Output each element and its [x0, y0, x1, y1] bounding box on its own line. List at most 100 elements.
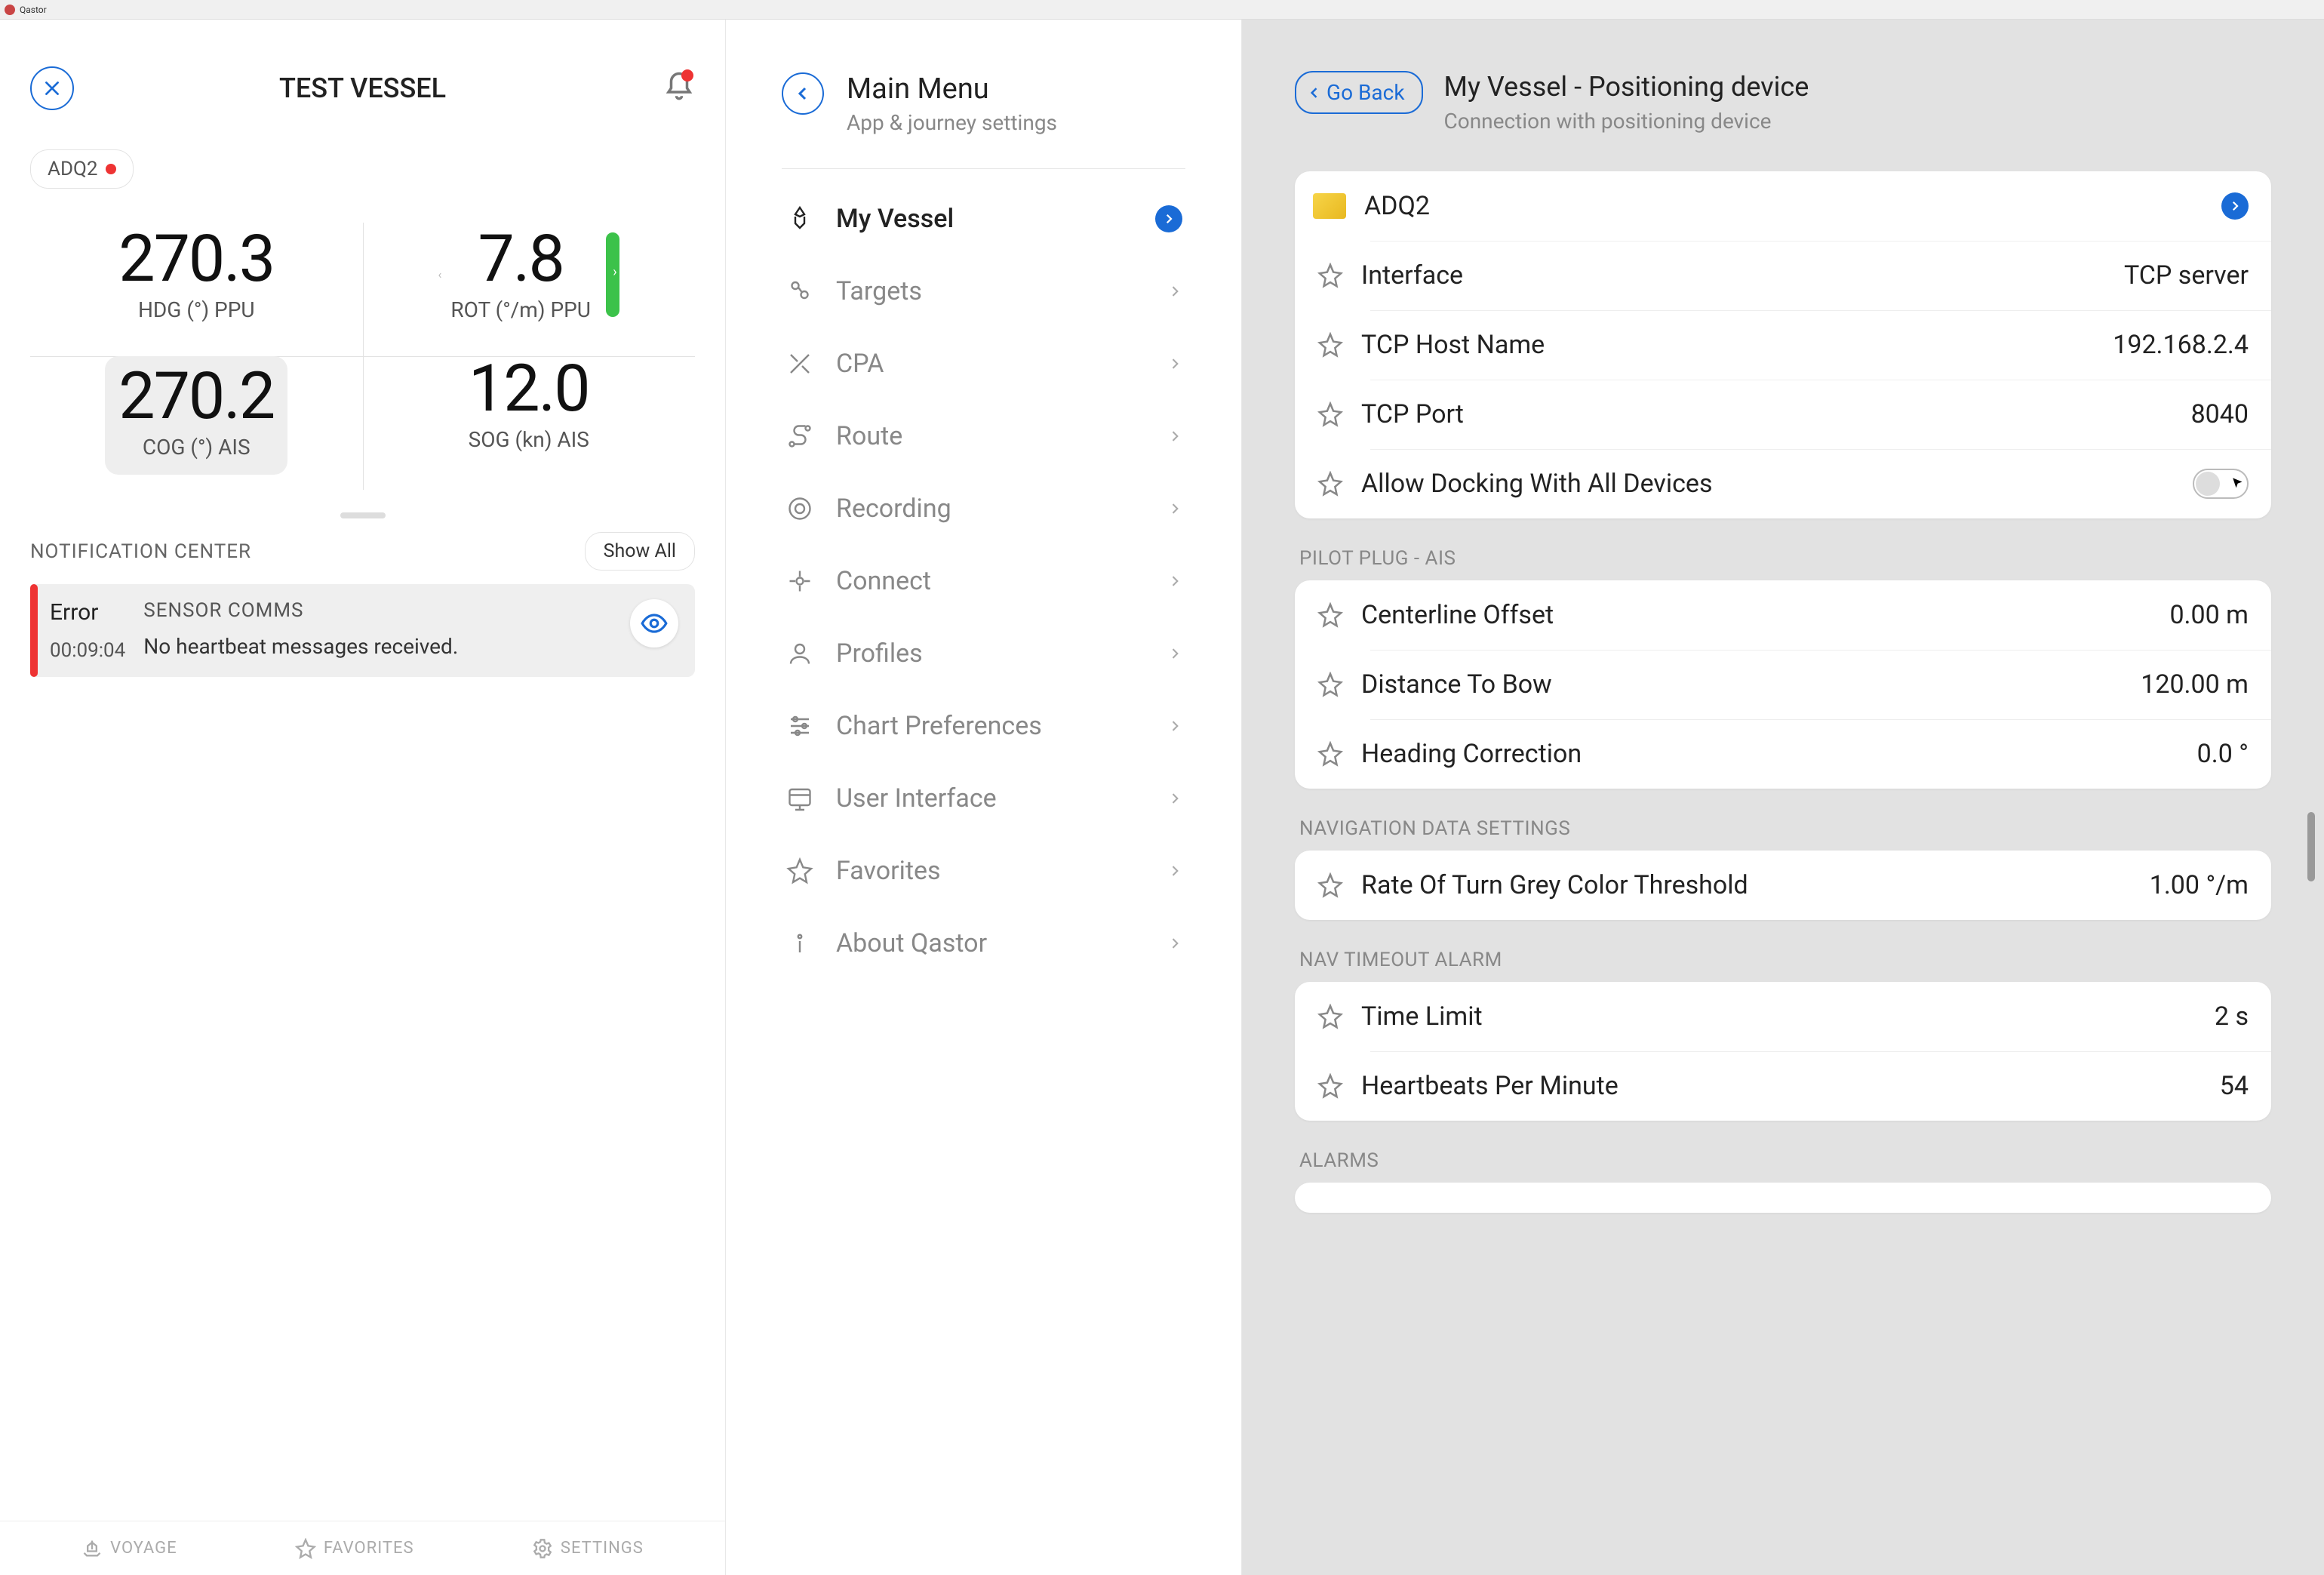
setting-row-time-limit[interactable]: Time Limit 2 s: [1295, 982, 2271, 1051]
menu-item-label: Route: [836, 421, 1146, 451]
star-icon: [786, 857, 813, 884]
vessel-header: TEST VESSEL: [30, 72, 695, 104]
device-status-pill[interactable]: ADQ2: [30, 149, 134, 189]
notification-subject: SENSOR COMMS: [143, 599, 612, 622]
readouts-grid: 270.3 HDG (°) PPU ‹ 7.8 ROT (°/m) PPU ›: [30, 215, 695, 497]
settings-group-nav-timeout: Time Limit 2 s Heartbeats Per Minute 54: [1295, 982, 2271, 1121]
readout-label: ROT (°/m) PPU: [450, 297, 591, 322]
setting-row-heartbeats[interactable]: Heartbeats Per Minute 54: [1295, 1051, 2271, 1121]
menu-item-targets[interactable]: Targets: [782, 255, 1185, 328]
back-button[interactable]: [782, 72, 824, 115]
app-title: Qastor: [20, 5, 47, 15]
setting-label: TCP Host Name: [1361, 330, 2095, 360]
section-label-nav-timeout: NAV TIMEOUT ALARM: [1295, 926, 2271, 982]
sliders-icon: [786, 712, 813, 740]
notification-dot-icon: [681, 69, 693, 82]
drag-handle[interactable]: [340, 512, 386, 518]
menu-item-favorites[interactable]: Favorites: [782, 835, 1185, 907]
info-icon: [786, 930, 813, 957]
setting-row-dist-bow[interactable]: Distance To Bow 120.00 m: [1295, 650, 2271, 719]
star-icon: [1317, 602, 1343, 628]
setting-value: TCP server: [2124, 260, 2249, 291]
notifications-button[interactable]: [663, 71, 695, 106]
menu-item-label: Chart Preferences: [836, 711, 1146, 741]
main-menu-list: My Vessel Targets CPA Route Recordin: [782, 183, 1185, 980]
gear-icon: [532, 1538, 553, 1559]
settings-title: My Vessel - Positioning device: [1444, 71, 1809, 103]
setting-row-rot-grey[interactable]: Rate Of Turn Grey Color Threshold 1.00 °…: [1295, 851, 2271, 920]
star-icon: [1317, 263, 1343, 288]
setting-row-hdg-correction[interactable]: Heading Correction 0.0 °: [1295, 719, 2271, 789]
tab-label: FAVORITES: [324, 1539, 414, 1558]
menu-item-chart-preferences[interactable]: Chart Preferences: [782, 690, 1185, 762]
menu-item-cpa[interactable]: CPA: [782, 328, 1185, 400]
close-button[interactable]: [30, 66, 74, 110]
vessel-title: TEST VESSEL: [30, 72, 695, 104]
setting-value: 192.168.2.4: [2113, 330, 2249, 360]
vessel-icon: [786, 205, 813, 232]
tab-voyage[interactable]: VOYAGE: [81, 1538, 177, 1559]
severity-stripe: [30, 584, 38, 677]
setting-row-device[interactable]: ADQ2: [1295, 171, 2271, 241]
chevron-right-icon: [1167, 863, 1182, 878]
app-screen: TEST VESSEL ADQ2 270.3 HDG (°) PPU ‹: [0, 20, 2324, 1575]
menu-item-label: User Interface: [836, 783, 1146, 814]
menu-item-my-vessel[interactable]: My Vessel: [782, 183, 1185, 255]
settings-header: Go Back My Vessel - Positioning device C…: [1295, 71, 2271, 134]
star-icon: [1317, 872, 1343, 898]
menu-item-route[interactable]: Route: [782, 400, 1185, 472]
show-all-button[interactable]: Show All: [585, 532, 695, 571]
readout-sog: 12.0 SOG (kn) AIS: [363, 345, 696, 497]
go-back-button[interactable]: Go Back: [1295, 71, 1423, 114]
chevron-right-icon: [1167, 791, 1182, 806]
setting-label: Centerline Offset: [1361, 600, 2151, 630]
menu-item-user-interface[interactable]: User Interface: [782, 762, 1185, 835]
tab-label: SETTINGS: [561, 1539, 644, 1558]
menu-item-about[interactable]: About Qastor: [782, 907, 1185, 980]
chevron-right-icon: [2221, 192, 2249, 220]
rot-bar-indicator[interactable]: ›: [606, 232, 619, 317]
app-icon: [5, 5, 15, 15]
notification-card[interactable]: Error 00:09:04 SENSOR COMMS No heartbeat…: [30, 584, 695, 677]
tab-favorites[interactable]: FAVORITES: [295, 1538, 414, 1559]
star-icon: [1317, 741, 1343, 767]
notification-level: Error: [50, 599, 125, 626]
eye-icon: [640, 609, 669, 638]
allow-docking-toggle[interactable]: [2193, 469, 2249, 499]
setting-row-centerline[interactable]: Centerline Offset 0.00 m: [1295, 580, 2271, 650]
readout-label: SOG (kn) AIS: [370, 427, 688, 452]
setting-value: 0.00 m: [2169, 600, 2249, 630]
setting-value: 1.00 °/m: [2150, 870, 2249, 900]
setting-label: Heartbeats Per Minute: [1361, 1071, 2202, 1101]
chevron-right-icon: [1167, 574, 1182, 589]
readout-label: COG (°) AIS: [118, 435, 274, 460]
ui-icon: [786, 785, 813, 812]
chevron-right-icon: [1155, 205, 1182, 232]
settings-subtitle: Connection with positioning device: [1444, 109, 1809, 134]
chevron-left-icon[interactable]: ‹: [438, 267, 442, 281]
readout-cog: 270.2 COG (°) AIS: [30, 345, 363, 497]
menu-item-recording[interactable]: Recording: [782, 472, 1185, 545]
readout-value: 12.0: [370, 356, 688, 421]
setting-row-tcp-port[interactable]: TCP Port 8040: [1295, 380, 2271, 449]
menu-item-label: CPA: [836, 349, 1146, 379]
menu-item-label: Recording: [836, 494, 1146, 524]
setting-row-allow-docking[interactable]: Allow Docking With All Devices: [1295, 449, 2271, 518]
chevron-right-icon: [1167, 936, 1182, 951]
setting-row-tcp-host[interactable]: TCP Host Name 192.168.2.4: [1295, 310, 2271, 380]
main-menu-subtitle: App & journey settings: [847, 110, 1057, 135]
menu-item-profiles[interactable]: Profiles: [782, 617, 1185, 690]
main-menu-header: Main Menu App & journey settings: [782, 72, 1185, 169]
menu-item-connect[interactable]: Connect: [782, 545, 1185, 617]
close-icon: [42, 78, 62, 98]
tab-settings[interactable]: SETTINGS: [532, 1538, 644, 1559]
tab-label: VOYAGE: [110, 1539, 177, 1558]
scrollbar-thumb[interactable]: [2307, 812, 2315, 881]
notification-center-header: NOTIFICATION CENTER Show All: [30, 532, 695, 571]
recording-icon: [786, 495, 813, 522]
setting-row-interface[interactable]: Interface TCP server: [1295, 241, 2271, 310]
menu-item-label: About Qastor: [836, 928, 1146, 958]
view-notification-button[interactable]: [630, 599, 678, 648]
bottom-tabbar: VOYAGE FAVORITES SETTINGS: [0, 1521, 725, 1575]
chevron-left-icon: [794, 85, 812, 103]
